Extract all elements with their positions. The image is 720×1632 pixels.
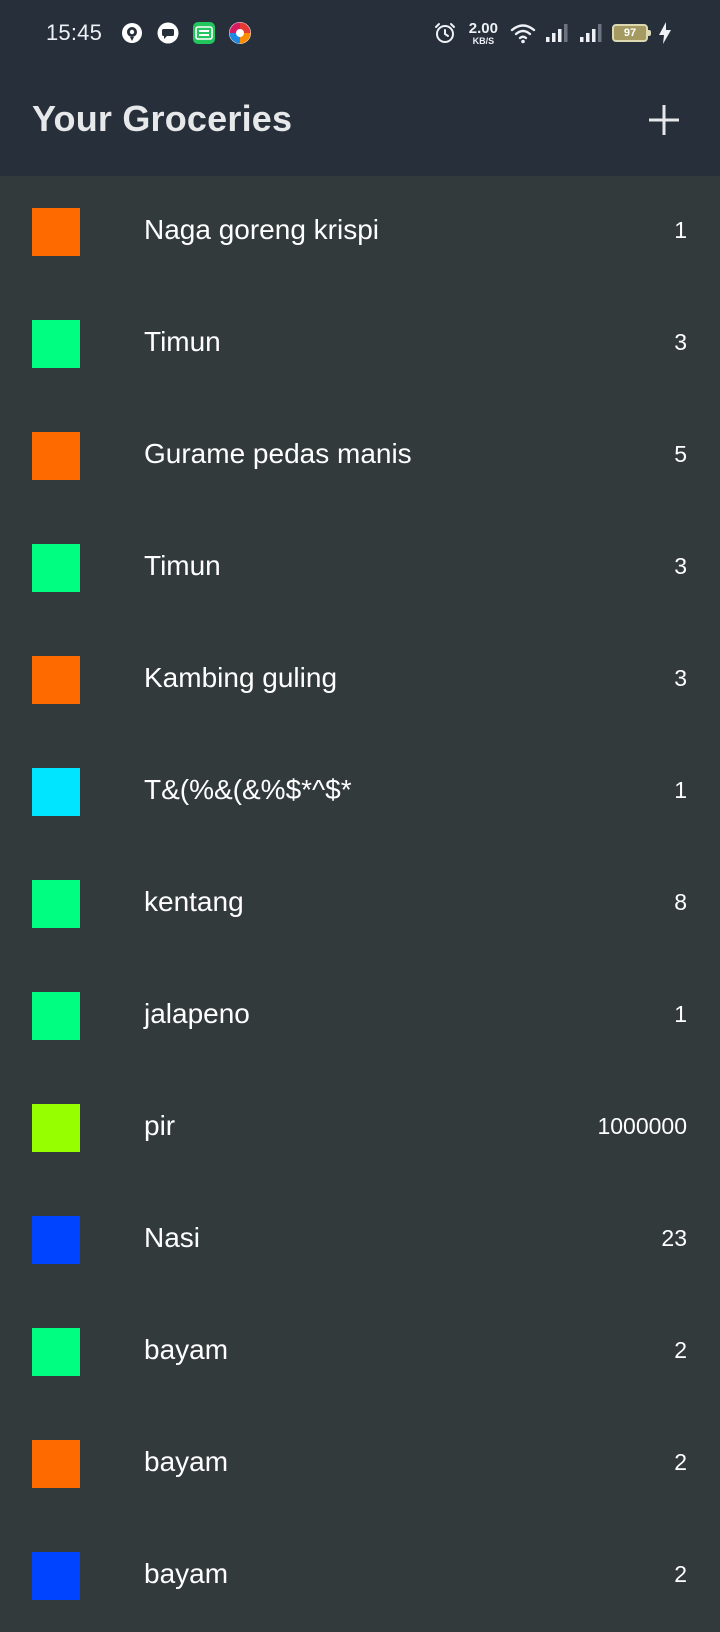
list-item[interactable]: Kambing guling 3 [0,624,720,736]
app-bar: Your Groceries [0,66,720,176]
signal-icon [544,21,568,45]
item-quantity: 3 [674,329,687,355]
ok-google-icon [192,21,216,45]
category-color-swatch [32,1328,80,1376]
item-name: Naga goreng krispi [144,214,380,245]
category-color-swatch [32,320,80,368]
item-name: jalapeno [144,998,250,1029]
add-button[interactable] [640,96,688,144]
list-item[interactable]: Timun 3 [0,512,720,624]
item-quantity: 1000000 [597,1113,687,1139]
grocery-list: Naga goreng krispi 1 Timun 3 Gurame pedas ma… [0,176,720,1632]
category-color-swatch [32,880,80,928]
item-quantity: 2 [674,1337,687,1363]
item-name: bayam [144,1558,229,1589]
list-item[interactable]: Gurame pedas manis 5 [0,400,720,512]
list-item[interactable]: bayam 2 [0,1520,720,1632]
pinwheel-icon [228,21,252,45]
category-color-swatch [32,1104,80,1152]
item-name: Gurame pedas manis [144,438,412,469]
item-quantity: 1 [674,217,687,243]
item-quantity: 2 [674,1561,687,1587]
status-time: 15:45 [46,20,103,45]
item-name: Timun [144,550,221,581]
category-color-swatch [32,432,80,480]
item-quantity: 23 [661,1225,687,1251]
item-name: kentang [144,886,244,917]
list-item[interactable]: Timun 3 [0,288,720,400]
item-name: Nasi [144,1222,201,1253]
item-name: T&(%&(&%$*^$* [144,774,352,805]
battery-indicator: 97 [612,24,651,42]
wifi-icon [510,21,536,45]
plus-icon [649,105,679,135]
item-quantity: 3 [674,553,687,579]
list-item[interactable]: pir 1000000 [0,1072,720,1184]
item-quantity: 3 [674,665,687,691]
status-right: 2.00 KB/S 97 [433,16,672,50]
item-quantity: 1 [674,1001,687,1027]
category-color-swatch [32,544,80,592]
network-speed-unit: KB/S [472,35,495,46]
category-color-swatch [32,1440,80,1488]
category-color-swatch [32,656,80,704]
list-item[interactable]: jalapeno 1 [0,960,720,1072]
list-item[interactable]: bayam 2 [0,1408,720,1520]
signal-icon [578,21,602,45]
item-quantity: 8 [674,889,687,915]
list-item[interactable]: kentang 8 [0,848,720,960]
category-color-swatch [32,1216,80,1264]
list-item[interactable]: Naga goreng krispi 1 [0,176,720,288]
category-color-swatch [32,1552,80,1600]
item-name: Timun [144,326,221,357]
network-speed-value: 2.00 [468,19,498,37]
network-speed: 2.00 KB/S [469,21,498,46]
chat-icon [156,21,180,45]
list-item[interactable]: Nasi 23 [0,1184,720,1296]
item-name: bayam [144,1446,229,1477]
list-item[interactable]: T&(%&(&%$*^$* 1 [0,736,720,848]
item-name: Kambing guling [144,662,338,693]
item-name: pir [144,1110,176,1141]
status-bar: 15:45 2.00 KB/S 97 [0,0,720,66]
item-quantity: 5 [674,441,687,467]
category-color-swatch [32,992,80,1040]
category-color-swatch [32,208,80,256]
page-title: Your Groceries [32,98,293,139]
item-quantity: 2 [674,1449,687,1475]
status-left: 15:45 [46,16,252,50]
list-item[interactable]: bayam 2 [0,1296,720,1408]
item-name: bayam [144,1334,229,1365]
item-quantity: 1 [674,777,687,803]
alarm-icon [433,21,457,45]
charging-icon [658,21,672,45]
battery-level: 97 [623,27,637,39]
category-color-swatch [32,768,80,816]
circle-app-icon [120,21,144,45]
